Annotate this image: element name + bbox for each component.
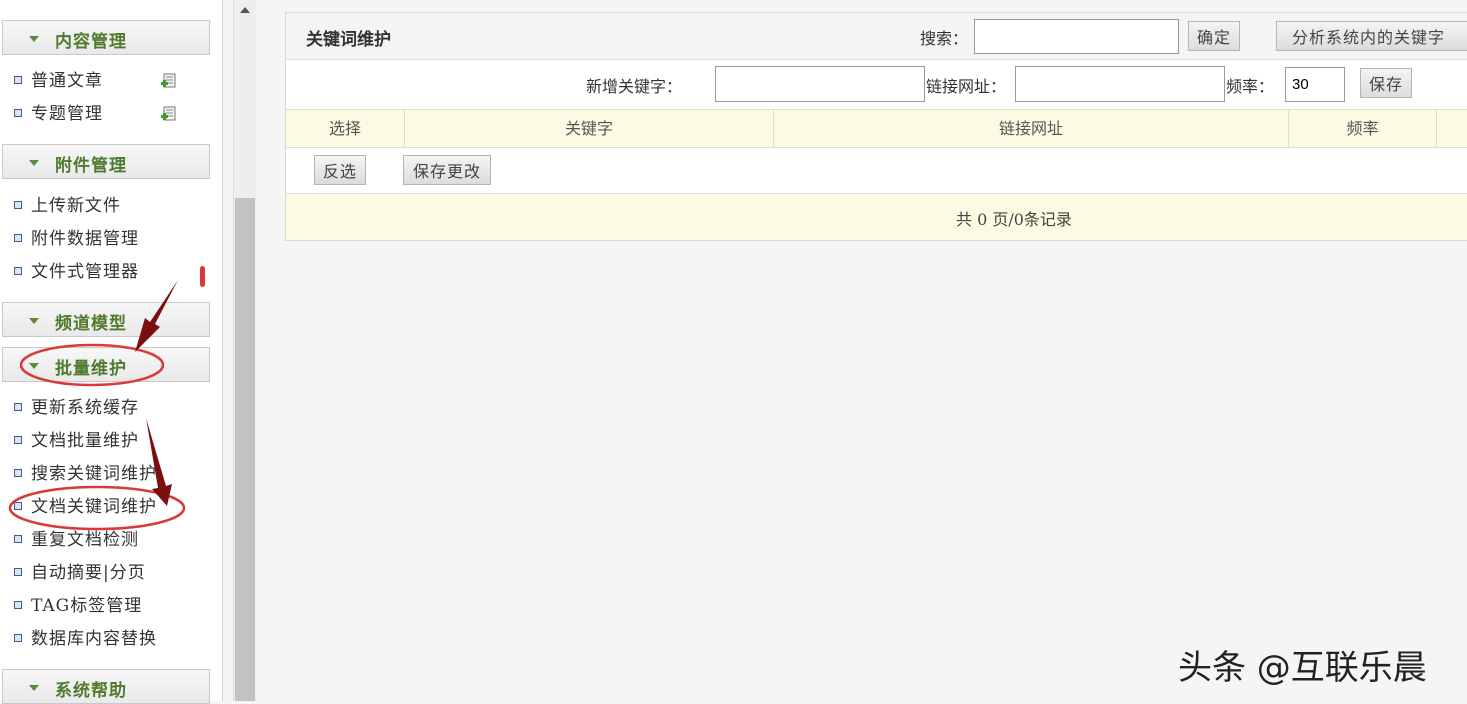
chevron-down-icon (29, 160, 39, 166)
section-attachment-management[interactable]: 附件管理 (2, 144, 210, 179)
bullet-icon (14, 435, 22, 444)
section-system-help[interactable]: 系统帮助 (2, 669, 210, 704)
sidebar-item-label: 文件式管理器 (31, 262, 139, 282)
section-label: 系统帮助 (55, 681, 127, 701)
add-document-icon[interactable] (161, 106, 177, 122)
sidebar-item-label: 普通文章 (31, 71, 103, 91)
search-input[interactable] (974, 19, 1179, 54)
panel-title: 关键词维护 (306, 30, 391, 50)
sidebar-item-label: 更新系统缓存 (31, 398, 139, 418)
new-keyword-label: 新增关键字： (586, 77, 683, 96)
column-header-select: 选择 (286, 110, 405, 148)
rate-input[interactable] (1285, 67, 1345, 102)
save-button[interactable]: 保存 (1360, 68, 1412, 98)
search-label: 搜索： (920, 29, 969, 48)
panel-title-bar: 关键词维护 搜索： 确定 分析系统内的关键字 (286, 13, 1467, 60)
save-changes-button[interactable]: 保存更改 (403, 155, 491, 185)
chevron-down-icon (29, 685, 39, 691)
sidebar-item-label: 文档关键词维护 (31, 497, 157, 517)
sidebar-item-upload-file[interactable]: 上传新文件 (14, 194, 121, 218)
section-label: 附件管理 (55, 156, 127, 176)
sidebar-item-label: 上传新文件 (31, 196, 121, 216)
section-label: 内容管理 (55, 32, 127, 52)
bullet-icon (14, 501, 22, 510)
sidebar: 内容管理 普通文章 专题管理 附件管理 上传新文件 附件数据管理 文件式管理器 … (0, 0, 223, 704)
section-channel-model[interactable]: 频道模型 (2, 302, 210, 337)
sidebar-item-auto-summary[interactable]: 自动摘要|分页 (14, 561, 146, 585)
bullet-icon (14, 108, 22, 117)
chevron-down-icon (29, 318, 39, 324)
sidebar-item-update-cache[interactable]: 更新系统缓存 (14, 396, 139, 420)
chevron-down-icon (29, 363, 39, 369)
bullet-icon (14, 567, 22, 576)
column-header-rate: 频率 (1289, 110, 1437, 148)
pagination-row: 共 0 页/0条记录 (286, 194, 1467, 240)
section-label: 批量维护 (55, 359, 127, 379)
sidebar-item-normal-article[interactable]: 普通文章 (14, 69, 103, 93)
sidebar-item-label: 重复文档检测 (31, 530, 139, 550)
bullet-icon (14, 600, 22, 609)
sidebar-item-label: 附件数据管理 (31, 229, 139, 249)
section-content-management[interactable]: 内容管理 (2, 20, 210, 55)
sidebar-item-label: 搜索关键词维护 (31, 464, 157, 484)
link-url-input[interactable] (1015, 66, 1225, 102)
table-header: 选择 关键字 链接网址 频率 (286, 110, 1467, 148)
bullet-icon (14, 633, 22, 642)
new-keyword-input[interactable] (715, 66, 925, 102)
sidebar-item-doc-keywords[interactable]: 文档关键词维护 (14, 495, 157, 519)
keyword-maintenance-panel: 关键词维护 搜索： 确定 分析系统内的关键字 新增关键字： 链接网址： 频率： … (285, 12, 1467, 241)
sidebar-item-label: TAG标签管理 (31, 596, 143, 616)
scroll-up-arrow-icon[interactable] (240, 7, 250, 13)
watermark-text: 头条 @互联乐晨 (1178, 648, 1427, 688)
sidebar-item-search-keywords[interactable]: 搜索关键词维护 (14, 462, 157, 486)
scrollbar-thumb[interactable] (235, 198, 255, 701)
bullet-icon (14, 534, 22, 543)
sidebar-item-label: 专题管理 (31, 104, 103, 124)
analyze-keywords-button[interactable]: 分析系统内的关键字 (1276, 21, 1467, 51)
table-actions-row: 反选 保存更改 (286, 148, 1467, 194)
column-header-link: 链接网址 (774, 110, 1289, 148)
sidebar-item-label: 数据库内容替换 (31, 629, 157, 649)
section-label: 频道模型 (55, 314, 127, 334)
sidebar-item-batch-docs[interactable]: 文档批量维护 (14, 429, 139, 453)
sidebar-item-db-replace[interactable]: 数据库内容替换 (14, 627, 157, 651)
pagination-text: 共 0 页/0条记录 (956, 210, 1072, 229)
bullet-icon (14, 266, 22, 275)
sidebar-item-label: 自动摘要|分页 (31, 563, 146, 583)
confirm-button[interactable]: 确定 (1188, 21, 1240, 51)
bullet-icon (14, 402, 22, 411)
add-keyword-row: 新增关键字： 链接网址： 频率： 保存 (286, 60, 1467, 110)
bullet-icon (14, 233, 22, 242)
sidebar-item-attachment-data[interactable]: 附件数据管理 (14, 227, 139, 251)
bullet-icon (14, 468, 22, 477)
sidebar-item-label: 文档批量维护 (31, 431, 139, 451)
bullet-icon (14, 75, 22, 84)
invert-selection-button[interactable]: 反选 (314, 155, 366, 185)
rate-label: 频率： (1226, 77, 1275, 96)
link-url-label: 链接网址： (926, 77, 1007, 96)
bullet-icon (14, 200, 22, 209)
chevron-down-icon (29, 36, 39, 42)
sidebar-item-duplicate-check[interactable]: 重复文档检测 (14, 528, 139, 552)
section-batch-maintenance[interactable]: 批量维护 (2, 347, 210, 382)
sidebar-item-topic-management[interactable]: 专题管理 (14, 102, 103, 126)
column-header-keyword: 关键字 (405, 110, 774, 148)
sidebar-item-tag-management[interactable]: TAG标签管理 (14, 594, 142, 618)
sidebar-item-file-manager[interactable]: 文件式管理器 (14, 260, 139, 284)
add-document-icon[interactable] (161, 73, 177, 89)
vertical-scrollbar[interactable] (233, 0, 256, 701)
